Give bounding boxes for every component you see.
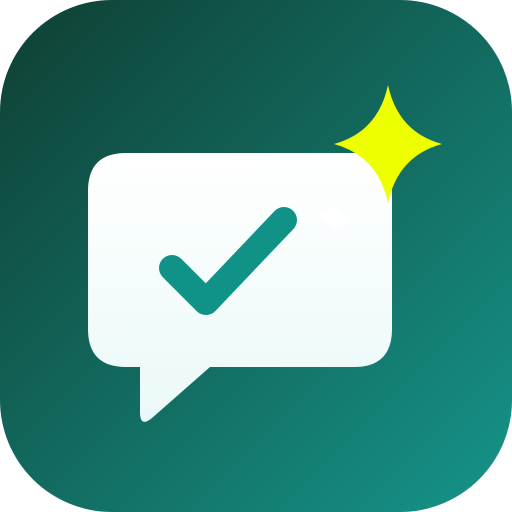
app-icon-graphic [0, 0, 512, 512]
app-icon[interactable] [0, 0, 512, 512]
